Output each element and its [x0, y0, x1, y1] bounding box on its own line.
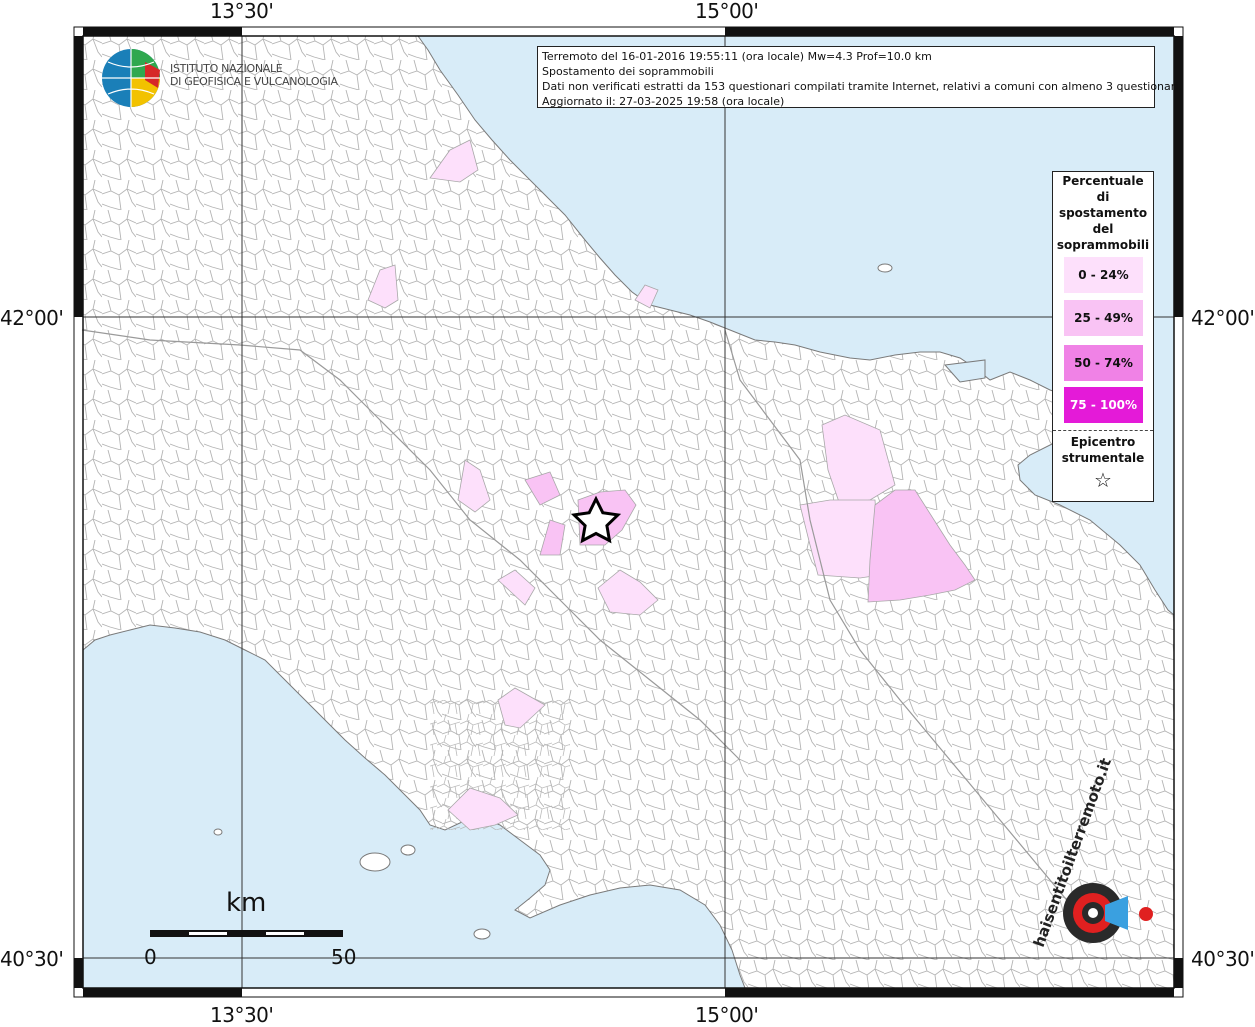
lat-label-left-2: 40°30': [0, 947, 64, 971]
legend-title-line: del: [1092, 222, 1114, 236]
lon-label-top-1: 13°30': [210, 0, 274, 23]
legend-class-2: 50 - 74%: [1064, 345, 1143, 381]
scale-min: 0: [144, 945, 157, 969]
legend-class-3: 75 - 100%: [1064, 387, 1143, 423]
lon-label-bottom-2: 15°00': [695, 1003, 759, 1027]
logo-line-2: DI GEOFISICA E VULCANOLOGIA: [170, 75, 338, 88]
legend-epicenter-label: Epicentro strumentale: [1053, 434, 1153, 466]
legend-class-0: 0 - 24%: [1064, 257, 1143, 293]
ingv-globe-icon: [102, 49, 160, 107]
lat-label-left-1: 42°00': [0, 306, 64, 330]
legend-separator: [1053, 430, 1153, 431]
legend-title-line: soprammobili: [1056, 238, 1150, 252]
scale-max: 50: [331, 945, 357, 969]
event-info-line-4: Aggiornato il: 27-03-2025 19:58 (ora loc…: [542, 95, 785, 108]
legend-class-1: 25 - 49%: [1064, 300, 1143, 336]
lon-label-top-2: 15°00': [695, 0, 759, 23]
lat-label-right-1: 42°00': [1191, 306, 1255, 330]
event-info-line-1: Terremoto del 16-01-2016 19:55:11 (ora l…: [542, 50, 932, 63]
legend-title-line: spostamento: [1058, 206, 1148, 220]
lat-label-right-2: 40°30': [1191, 947, 1255, 971]
tremiti-island: [877, 263, 893, 273]
legend: Percentuale di spostamento del soprammob…: [1052, 171, 1154, 502]
legend-epicenter-line-2: strumentale: [1061, 451, 1145, 465]
ingv-logo-text: ISTITUTO NAZIONALE DI GEOFISICA E VULCAN…: [170, 62, 338, 88]
logo-line-1: ISTITUTO NAZIONALE: [170, 62, 283, 75]
lon-label-bottom-1: 13°30': [210, 1003, 274, 1027]
intensity-map: haisentitoilterremoto.it: [0, 0, 1255, 1024]
legend-epicenter-line-1: Epicentro: [1070, 435, 1136, 449]
event-info-box: Terremoto del 16-01-2016 19:55:11 (ora l…: [537, 46, 1182, 108]
legend-title: Percentuale di spostamento del soprammob…: [1053, 173, 1153, 253]
event-info-line-2: Spostamento dei soprammobili: [542, 65, 714, 78]
legend-title-line: di: [1096, 190, 1110, 204]
scale-unit: km: [226, 888, 267, 918]
event-info-line-3: Dati non verificati estratti da 153 ques…: [542, 80, 1182, 93]
ischia-island: [400, 844, 416, 856]
legend-title-line: Percentuale: [1062, 174, 1144, 188]
capri-island: [359, 852, 391, 872]
scale-bar: [150, 930, 343, 937]
legend-star-icon: ☆: [1094, 468, 1112, 492]
